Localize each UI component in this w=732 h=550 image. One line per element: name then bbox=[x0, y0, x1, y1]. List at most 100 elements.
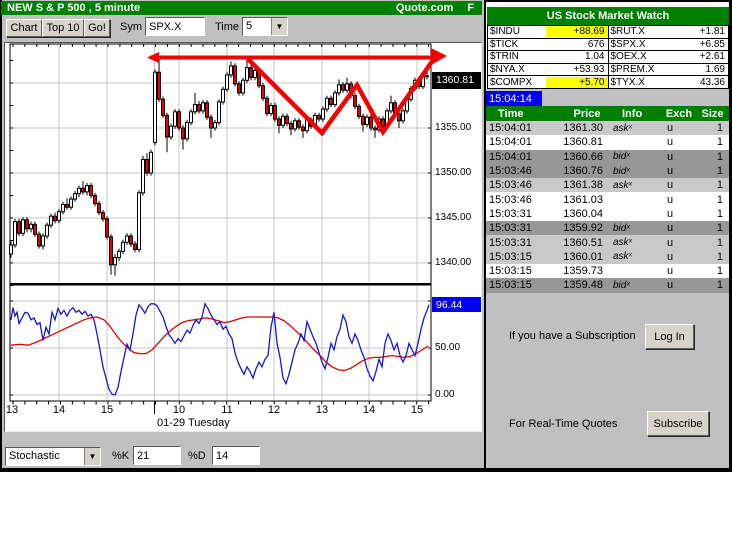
trade-row: 15:03:46 1361.38 askˣ u 1 bbox=[486, 178, 729, 193]
trade-price: 1361.38 bbox=[563, 179, 603, 192]
login-prompt: If you have a Subscription bbox=[509, 330, 636, 342]
trade-exchange: u bbox=[666, 122, 674, 135]
quote-symbol: $TRIN bbox=[490, 51, 519, 63]
quote-symbol: $PREM.X bbox=[610, 64, 655, 76]
trade-info: askˣ bbox=[613, 122, 632, 134]
trade-exchange: u bbox=[666, 150, 674, 163]
quote-value: 43.36 bbox=[699, 76, 725, 88]
trade-time: 15:03:46 bbox=[489, 179, 532, 192]
d-input-value: 14 bbox=[216, 449, 229, 462]
go-button[interactable]: Go! bbox=[84, 19, 110, 37]
indicator-select[interactable]: Stochastic ▼ bbox=[5, 447, 101, 466]
trade-exchange: u bbox=[666, 265, 674, 278]
trade-time: 15:03:15 bbox=[489, 279, 532, 292]
trade-price: 1360.66 bbox=[563, 150, 603, 163]
quote-value: +1.81 bbox=[699, 26, 725, 38]
trade-time: 15:03:31 bbox=[489, 236, 532, 249]
trade-row: 15:04:01 1360.81 u 1 bbox=[486, 135, 729, 150]
brand-label: Quote.com bbox=[395, 2, 454, 14]
trade-row: 15:03:46 1360.76 bidˣ u 1 bbox=[486, 163, 729, 179]
login-button-label: Log In bbox=[654, 330, 685, 343]
trade-exchange: u bbox=[666, 193, 674, 206]
indicator-select-value: Stochastic bbox=[9, 450, 60, 462]
top10-button[interactable]: Top 10 bbox=[42, 19, 84, 37]
subscribe-button-label: Subscribe bbox=[653, 417, 703, 430]
trade-row: 15:03:15 1359.48 bidˣ u 1 bbox=[486, 278, 729, 293]
quote-value: +88.69 bbox=[546, 26, 608, 38]
trade-row: 15:03:31 1360.04 u 1 bbox=[486, 206, 729, 222]
trade-price: 1359.73 bbox=[563, 265, 603, 278]
trade-price: 1360.01 bbox=[563, 250, 603, 263]
trade-time: 15:04:01 bbox=[489, 150, 532, 163]
trade-exchange: u bbox=[666, 279, 674, 292]
trade-time: 15:04:01 bbox=[489, 122, 532, 135]
sym-label: Sym bbox=[120, 21, 142, 33]
trade-size: 1 bbox=[716, 122, 723, 135]
page: NEW S & P 500 , 5 minute Quote.com F Cha… bbox=[0, 0, 732, 550]
top10-button-label: Top 10 bbox=[46, 22, 80, 34]
chevron-down-icon[interactable]: ▼ bbox=[271, 18, 287, 35]
trade-price: 1360.81 bbox=[563, 136, 603, 149]
column-header-size: Size bbox=[701, 107, 724, 120]
quote-row: $COMPX +5.70 $TYX.X 43.36 bbox=[488, 76, 728, 88]
login-button[interactable]: Log In bbox=[645, 324, 694, 349]
column-header-info: Info bbox=[622, 107, 643, 120]
column-header-price: Price bbox=[573, 107, 601, 120]
quote-symbol: $TICK bbox=[490, 38, 519, 50]
symbol-input-value: SPX.X bbox=[149, 20, 182, 33]
symbol-input[interactable]: SPX.X bbox=[145, 17, 205, 36]
trade-row: 15:03:46 1361.03 u 1 bbox=[486, 192, 729, 207]
trade-size: 1 bbox=[716, 207, 723, 220]
quote-row: $INDU +88.69 $RUT.X +1.81 bbox=[488, 26, 728, 39]
d-input[interactable]: 14 bbox=[212, 446, 260, 465]
trade-size: 1 bbox=[716, 250, 723, 263]
trade-size: 1 bbox=[716, 179, 723, 192]
trade-info: bidˣ bbox=[613, 222, 630, 234]
trade-info: askˣ bbox=[613, 251, 632, 263]
quote-symbol: $SPX.X bbox=[610, 38, 646, 50]
quote-value: 676 bbox=[587, 38, 605, 50]
quote-symbol: $OEX.X bbox=[610, 51, 647, 63]
trade-price: 1361.03 bbox=[563, 193, 603, 206]
d-label: %D bbox=[188, 450, 206, 462]
quote-symbol: $TYX.X bbox=[610, 76, 645, 88]
trade-exchange: u bbox=[666, 207, 674, 220]
time-select[interactable]: 5 ▼ bbox=[242, 17, 288, 36]
trade-row: 15:03:31 1359.92 bidˣ u 1 bbox=[486, 221, 729, 236]
chart-title-bar: NEW S & P 500 , 5 minute Quote.com F bbox=[1, 1, 482, 15]
quote-row: $TICK 676 $SPX.X +6.85 bbox=[488, 38, 728, 52]
quote-symbol: $RUT.X bbox=[610, 26, 645, 38]
quote-value: 1.04 bbox=[585, 51, 605, 63]
trade-price: 1360.04 bbox=[563, 207, 603, 220]
trade-time: 15:03:31 bbox=[489, 207, 532, 220]
trade-info: bidˣ bbox=[613, 279, 630, 291]
trade-row: 15:03:15 1359.73 u 1 bbox=[486, 263, 729, 279]
trade-size: 1 bbox=[716, 136, 723, 149]
trade-row: 15:04:01 1361.30 askˣ u 1 bbox=[486, 121, 729, 136]
trade-info: askˣ bbox=[613, 179, 632, 191]
market-clock: 15:04:14 bbox=[486, 91, 542, 106]
trade-row: 15:03:15 1360.01 askˣ u 1 bbox=[486, 249, 729, 264]
trade-size: 1 bbox=[716, 222, 723, 235]
trade-size: 1 bbox=[716, 279, 723, 292]
trade-time: 15:03:15 bbox=[489, 250, 532, 263]
quote-value: 1.69 bbox=[705, 64, 725, 76]
trade-exchange: u bbox=[666, 179, 674, 192]
chart-button[interactable]: Chart bbox=[6, 19, 42, 37]
subscribe-button[interactable]: Subscribe bbox=[647, 411, 709, 436]
time-sales-header: Time Price Info Exch Size bbox=[486, 106, 729, 121]
k-input[interactable]: 21 bbox=[133, 446, 181, 465]
trade-info: askˣ bbox=[613, 237, 632, 249]
trade-size: 1 bbox=[716, 265, 723, 278]
trade-row: 15:03:31 1360.51 askˣ u 1 bbox=[486, 235, 729, 250]
trade-row: 15:04:01 1360.66 bidˣ u 1 bbox=[486, 149, 729, 164]
market-clock-value: 15:04:14 bbox=[489, 92, 532, 105]
trade-exchange: u bbox=[666, 222, 674, 235]
quote-table: $INDU +88.69 $RUT.X +1.81 $TICK 676 $SPX.X +6.8… bbox=[487, 25, 729, 89]
quote-row: $TRIN 1.04 $OEX.X +2.61 bbox=[488, 51, 728, 64]
trade-exchange: u bbox=[666, 250, 674, 263]
chevron-down-icon[interactable]: ▼ bbox=[84, 448, 100, 465]
quote-value: +53.93 bbox=[573, 64, 605, 76]
subscribe-prompt: For Real-Time Quotes bbox=[509, 418, 618, 430]
trade-info: bidˣ bbox=[613, 151, 630, 163]
